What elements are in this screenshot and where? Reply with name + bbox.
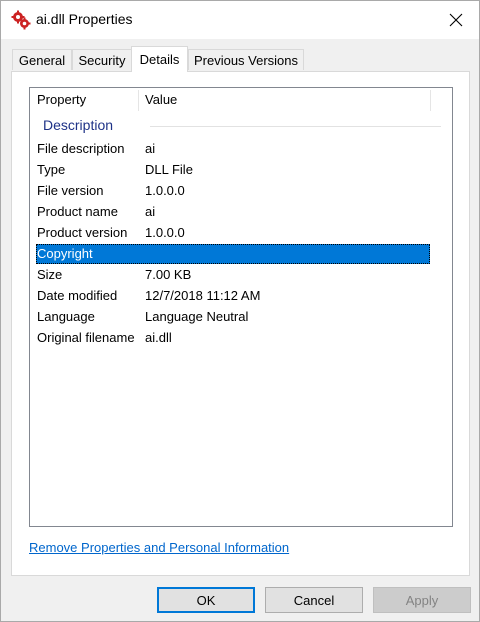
property-value: ai.dll xyxy=(145,330,172,345)
property-name: Size xyxy=(37,267,63,282)
title-bar[interactable]: ai.dll Properties xyxy=(1,1,479,39)
tab-label: General xyxy=(18,52,66,68)
details-panel: Property Value Description File descript… xyxy=(11,71,470,576)
list-item[interactable]: File description ai xyxy=(36,139,430,159)
property-name: Original filename xyxy=(37,330,135,345)
property-name: File description xyxy=(37,141,125,156)
column-header-property[interactable]: Property xyxy=(30,88,138,112)
column-divider[interactable] xyxy=(430,90,431,111)
list-item[interactable]: Product version 1.0.0.0 xyxy=(36,223,430,243)
list-item[interactable]: Size 7.00 KB xyxy=(36,265,430,285)
property-value: 7.00 KB xyxy=(145,267,192,282)
gears-icon xyxy=(11,10,31,30)
column-header-value[interactable]: Value xyxy=(138,88,430,112)
property-value: 1.0.0.0 xyxy=(145,225,185,240)
list-item[interactable]: Language Language Neutral xyxy=(36,307,430,327)
property-name: Product version xyxy=(37,225,128,240)
details-list[interactable]: Property Value Description File descript… xyxy=(29,87,453,527)
group-header-description: Description xyxy=(43,117,114,133)
group-divider xyxy=(150,126,441,127)
property-value: Language Neutral xyxy=(145,309,249,324)
tab-label: Previous Versions xyxy=(193,52,299,68)
property-name: Language xyxy=(37,309,95,324)
tab-label: Security xyxy=(78,52,126,68)
ok-button[interactable]: OK xyxy=(157,587,255,613)
property-name: Type xyxy=(37,162,66,177)
property-value: DLL File xyxy=(145,162,193,177)
tab-security[interactable]: Security xyxy=(72,49,132,70)
property-value: 12/7/2018 11:12 AM xyxy=(145,288,261,303)
close-button[interactable] xyxy=(433,1,479,39)
property-name: Date modified xyxy=(37,288,118,303)
cancel-button[interactable]: Cancel xyxy=(265,587,363,613)
tab-details[interactable]: Details xyxy=(131,46,188,72)
list-item[interactable]: Product name ai xyxy=(36,202,430,222)
property-value: 1.0.0.0 xyxy=(145,183,185,198)
property-value: ai xyxy=(145,204,156,219)
list-item[interactable]: Original filename ai.dll xyxy=(36,328,430,348)
property-name: Product name xyxy=(37,204,118,219)
window-title: ai.dll Properties xyxy=(36,11,133,27)
list-item[interactable]: File version 1.0.0.0 xyxy=(36,181,430,201)
apply-button[interactable]: Apply xyxy=(373,587,471,613)
properties-dialog: ai.dll Properties General Security Detai… xyxy=(0,0,480,622)
remove-properties-link[interactable]: Remove Properties and Personal Informati… xyxy=(29,540,289,555)
tab-general[interactable]: General xyxy=(12,49,72,70)
list-item[interactable]: Type DLL File xyxy=(36,160,430,180)
tab-previous-versions[interactable]: Previous Versions xyxy=(188,49,304,70)
property-name: Copyright xyxy=(37,246,93,261)
list-item[interactable]: Date modified 12/7/2018 11:12 AM xyxy=(36,286,430,306)
close-icon xyxy=(449,13,463,27)
property-name: File version xyxy=(37,183,104,198)
tab-label: Details xyxy=(139,52,180,67)
list-item-selected[interactable]: Copyright xyxy=(36,244,430,264)
property-value: ai xyxy=(145,141,156,156)
list-header: Property Value xyxy=(30,88,452,112)
